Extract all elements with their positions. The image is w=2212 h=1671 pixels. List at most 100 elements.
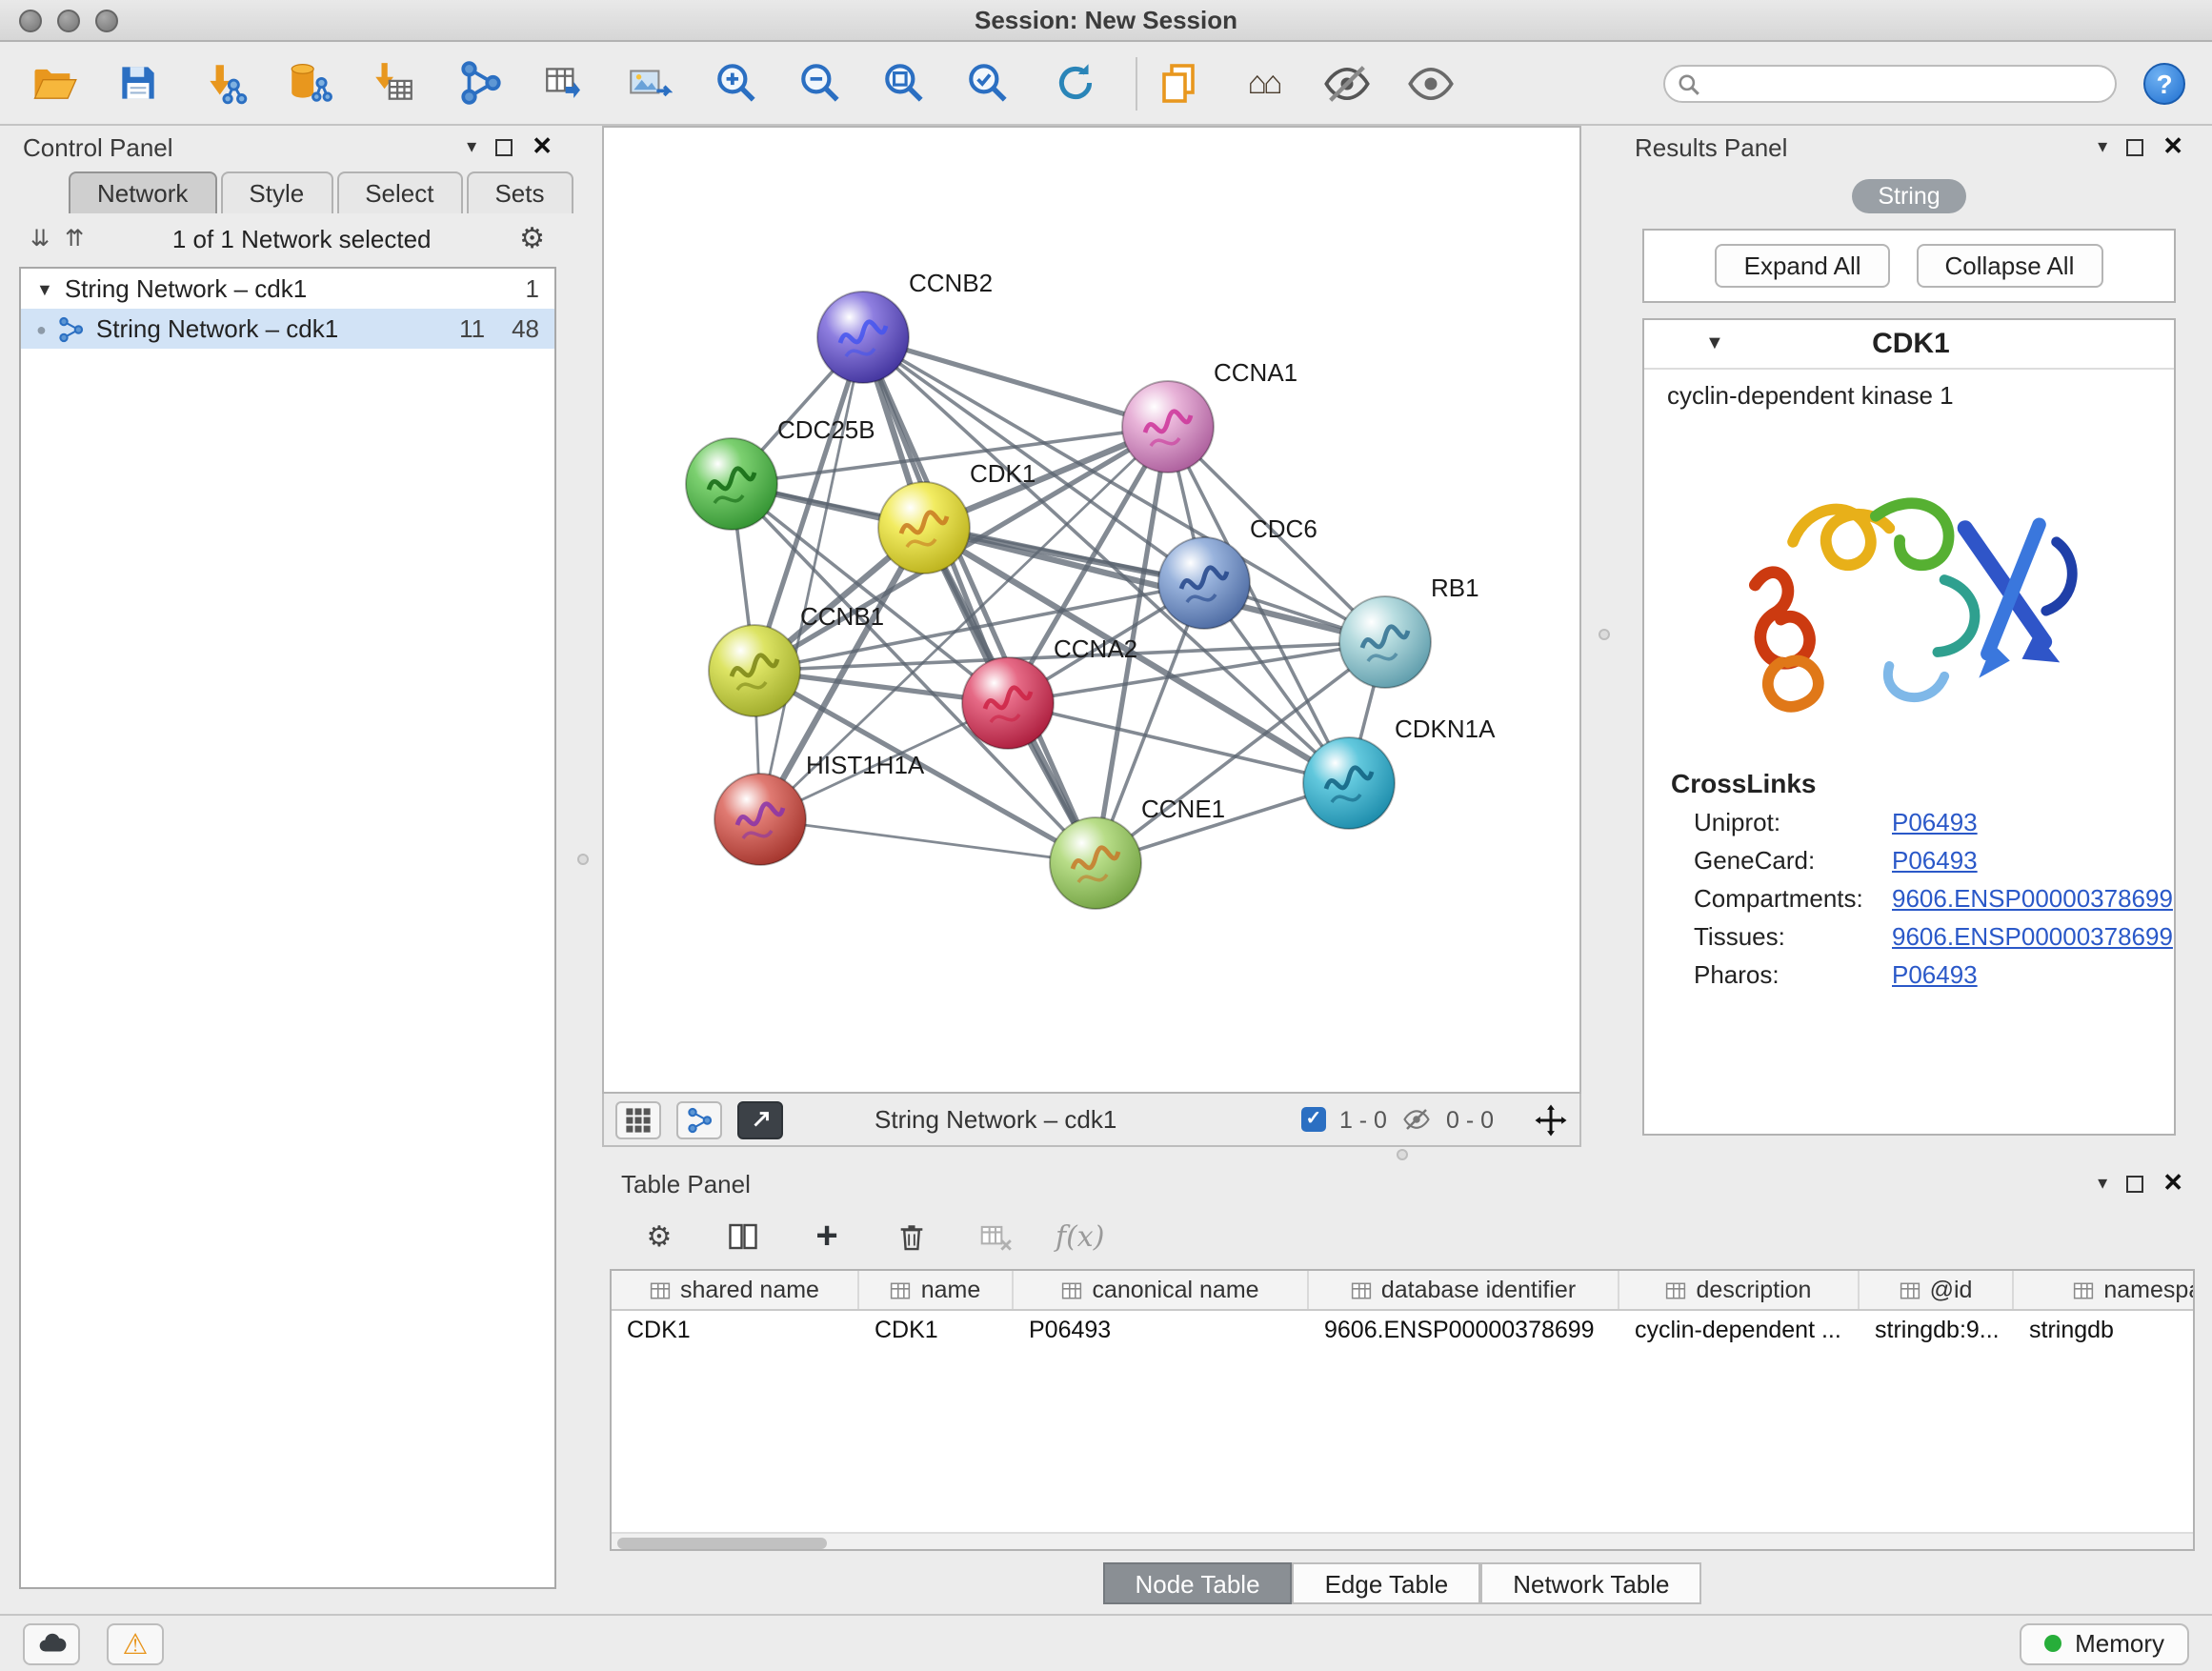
import-network-database-button[interactable] — [282, 56, 335, 110]
zoom-in-button[interactable] — [709, 56, 762, 110]
table-cell[interactable]: CDK1 — [859, 1311, 1014, 1349]
left-splitter-handle[interactable] — [577, 854, 589, 865]
move-crosshair-icon[interactable] — [1534, 1102, 1568, 1137]
network-edge[interactable] — [760, 337, 863, 819]
crosslink-link[interactable]: P06493 — [1892, 807, 1978, 836]
close-window-button[interactable] — [19, 10, 42, 32]
float-panel-icon[interactable] — [2126, 1175, 2143, 1192]
column-header-description[interactable]: description — [1619, 1271, 1860, 1309]
column-header-@id[interactable]: @id — [1860, 1271, 2014, 1309]
search-input[interactable] — [1663, 64, 2117, 102]
close-panel-icon[interactable]: ✕ — [2162, 1168, 2183, 1198]
horizontal-scrollbar[interactable] — [612, 1532, 2193, 1549]
collapse-caret-icon[interactable]: ▼ — [1705, 333, 1724, 354]
tab-network-table[interactable]: Network Table — [1480, 1562, 1701, 1604]
table-settings-button[interactable]: ⚙ — [636, 1214, 682, 1259]
expand-all-icon[interactable]: ⇈ — [65, 225, 84, 252]
zoom-fit-button[interactable] — [876, 56, 930, 110]
network-collection-row[interactable]: ▼ String Network – cdk1 1 — [21, 269, 554, 309]
tab-string[interactable]: String — [1851, 179, 1966, 213]
column-header-canonical-name[interactable]: canonical name — [1014, 1271, 1309, 1309]
crosslink-link[interactable]: P06493 — [1892, 845, 1978, 874]
crosslink-link[interactable]: 9606.ENSP00000378699 — [1892, 921, 2173, 950]
warnings-button[interactable]: ⚠ — [107, 1622, 164, 1664]
zoom-window-button[interactable] — [95, 10, 118, 32]
table-cell[interactable]: P06493 — [1014, 1311, 1309, 1349]
network-node-CCNE1[interactable]: CCNE1 — [1050, 795, 1225, 909]
network-edge[interactable] — [863, 337, 1168, 427]
refresh-layout-button[interactable] — [1048, 56, 1101, 110]
table-cell[interactable]: stringdb — [2014, 1311, 2195, 1349]
selected-checkbox-icon[interactable]: ✓ — [1301, 1107, 1326, 1132]
export-image-button[interactable] — [621, 56, 674, 110]
table-cell[interactable]: cyclin-dependent ... — [1619, 1311, 1860, 1349]
gear-icon[interactable]: ⚙ — [519, 221, 545, 255]
network-node-HIST1H1A[interactable]: HIST1H1A — [714, 751, 925, 865]
tab-style[interactable]: Style — [220, 171, 332, 213]
float-panel-icon[interactable] — [2126, 138, 2143, 155]
open-session-button[interactable] — [27, 56, 80, 110]
collapse-panel-icon[interactable]: ▾ — [2098, 136, 2107, 157]
new-network-button[interactable] — [453, 56, 507, 110]
collapse-panel-icon[interactable]: ▾ — [467, 136, 476, 157]
network-row[interactable]: ● String Network – cdk1 11 48 — [21, 309, 554, 349]
hide-labels-button[interactable] — [1320, 56, 1374, 110]
tab-node-table[interactable]: Node Table — [1102, 1562, 1292, 1604]
cloud-status-button[interactable] — [23, 1622, 80, 1664]
network-graph[interactable]: CCNB2 CCNA1 CDC25B CDK1 CDC6 RB1 — [604, 128, 1583, 1096]
birds-eye-view-button[interactable] — [615, 1100, 661, 1138]
close-panel-icon[interactable]: ✕ — [532, 131, 553, 162]
memory-button[interactable]: Memory — [2020, 1622, 2189, 1664]
copy-document-button[interactable] — [1153, 56, 1206, 110]
column-header-database-identifier[interactable]: database identifier — [1309, 1271, 1619, 1309]
minimize-window-button[interactable] — [57, 10, 80, 32]
delete-table-button-disabled[interactable] — [972, 1214, 1017, 1259]
save-session-button[interactable] — [111, 56, 164, 110]
home-button[interactable]: ⌂⌂ — [1237, 56, 1290, 110]
network-overview-button[interactable] — [676, 1100, 722, 1138]
bottom-splitter-handle[interactable] — [1397, 1149, 1408, 1160]
network-node-CDKN1A[interactable]: CDKN1A — [1303, 715, 1496, 829]
zoom-out-button[interactable] — [793, 56, 846, 110]
tab-sets[interactable]: Sets — [466, 171, 573, 213]
collapse-all-button[interactable]: Collapse All — [1917, 244, 2103, 288]
network-node-CCNB1[interactable]: CCNB1 — [709, 602, 884, 716]
tab-network[interactable]: Network — [69, 171, 216, 213]
network-node-RB1[interactable]: RB1 — [1339, 574, 1479, 688]
expand-all-button[interactable]: Expand All — [1716, 244, 1890, 288]
table-cell[interactable]: CDK1 — [612, 1311, 859, 1349]
detach-view-button[interactable] — [737, 1100, 783, 1138]
import-table-file-button[interactable] — [366, 56, 419, 110]
protein-header[interactable]: ▼ CDK1 — [1644, 320, 2174, 370]
show-labels-button[interactable] — [1404, 56, 1458, 110]
network-edge[interactable] — [863, 337, 1096, 863]
right-splitter-handle[interactable] — [1599, 629, 1610, 640]
table-row[interactable]: CDK1CDK1P064939606.ENSP00000378699cyclin… — [612, 1311, 2195, 1349]
tree-caret-icon[interactable]: ▼ — [36, 279, 53, 298]
scrollbar-thumb[interactable] — [617, 1537, 827, 1548]
add-column-button[interactable]: + — [804, 1214, 850, 1259]
crosslink-link[interactable]: P06493 — [1892, 959, 1978, 988]
zoom-selected-button[interactable] — [960, 56, 1014, 110]
show-columns-button[interactable] — [720, 1214, 766, 1259]
tab-select[interactable]: Select — [336, 171, 462, 213]
table-cell[interactable]: stringdb:9... — [1860, 1311, 2014, 1349]
column-header-name[interactable]: name — [859, 1271, 1014, 1309]
tab-edge-table[interactable]: Edge Table — [1293, 1562, 1481, 1604]
float-panel-icon[interactable] — [495, 138, 513, 155]
column-header-shared-name[interactable]: shared name — [612, 1271, 859, 1309]
import-network-file-button[interactable] — [198, 56, 251, 110]
table-cell[interactable]: 9606.ENSP00000378699 — [1309, 1311, 1619, 1349]
network-edge[interactable] — [760, 819, 1096, 863]
column-header-namespace[interactable]: namespace — [2014, 1271, 2195, 1309]
network-node-CCNA1[interactable]: CCNA1 — [1122, 358, 1297, 473]
delete-column-button[interactable] — [888, 1214, 934, 1259]
network-canvas[interactable]: CCNB2 CCNA1 CDC25B CDK1 CDC6 RB1 — [602, 126, 1581, 1094]
crosslink-link[interactable]: 9606.ENSP00000378699 — [1892, 883, 2173, 912]
function-builder-button[interactable]: f(x) — [1056, 1219, 1104, 1254]
collapse-all-icon[interactable]: ⇊ — [30, 225, 50, 252]
help-button[interactable]: ? — [2143, 62, 2185, 104]
new-table-button[interactable] — [537, 56, 591, 110]
collapse-panel-icon[interactable]: ▾ — [2098, 1173, 2107, 1194]
close-panel-icon[interactable]: ✕ — [2162, 131, 2183, 162]
